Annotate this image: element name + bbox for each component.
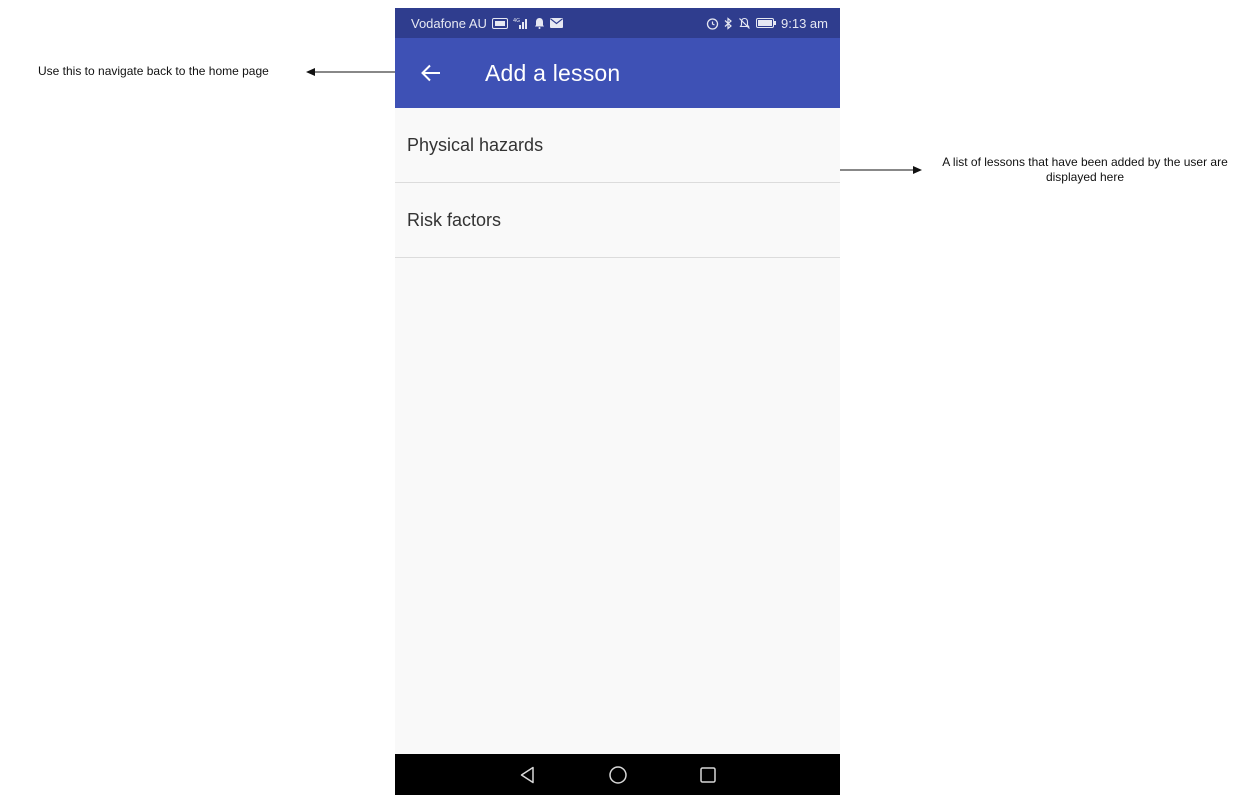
screenshot-canvas: Use this to navigate back to the home pa…	[0, 0, 1246, 795]
nav-home-button[interactable]	[605, 762, 631, 788]
back-annotation-arrow	[306, 68, 398, 76]
home-circle-icon	[608, 765, 627, 784]
arrow-back-icon	[421, 64, 440, 82]
status-time: 9:13 am	[781, 15, 828, 31]
system-nav-bar	[395, 754, 840, 795]
battery-icon	[756, 18, 777, 28]
carrier-name: Vodafone AU	[411, 15, 487, 31]
vibrate-icon	[738, 17, 751, 30]
list-annotation-text: A list of lessons that have been added b…	[942, 155, 1228, 184]
alarm-icon	[706, 17, 719, 30]
signal-icon: 4G	[513, 17, 529, 29]
mail-icon	[549, 18, 563, 28]
volte-icon	[491, 17, 508, 29]
app-bar: Add a lesson	[395, 38, 840, 108]
notification-bell-icon	[534, 17, 545, 29]
bluetooth-icon	[724, 16, 733, 30]
phone-screen: Vodafone AU 4G 9:13 am Add a lesson Phys…	[395, 8, 840, 795]
back-annotation-text: Use this to navigate back to the home pa…	[38, 64, 269, 78]
nav-recents-button[interactable]	[695, 762, 721, 788]
status-bar-left: Vodafone AU 4G	[411, 16, 563, 31]
status-bar-right: 9:13 am	[706, 16, 828, 31]
lesson-item-physical-hazards[interactable]: Physical hazards	[395, 108, 840, 183]
svg-text:4G: 4G	[513, 18, 520, 24]
lesson-list: Physical hazards Risk factors	[395, 108, 840, 258]
nav-back-button[interactable]	[515, 762, 541, 788]
page-title: Add a lesson	[485, 59, 621, 86]
back-button[interactable]	[417, 59, 445, 87]
recents-square-icon	[699, 766, 716, 783]
status-bar: Vodafone AU 4G 9:13 am	[395, 8, 840, 38]
back-triangle-icon	[520, 766, 534, 783]
lesson-item-risk-factors[interactable]: Risk factors	[395, 183, 840, 258]
